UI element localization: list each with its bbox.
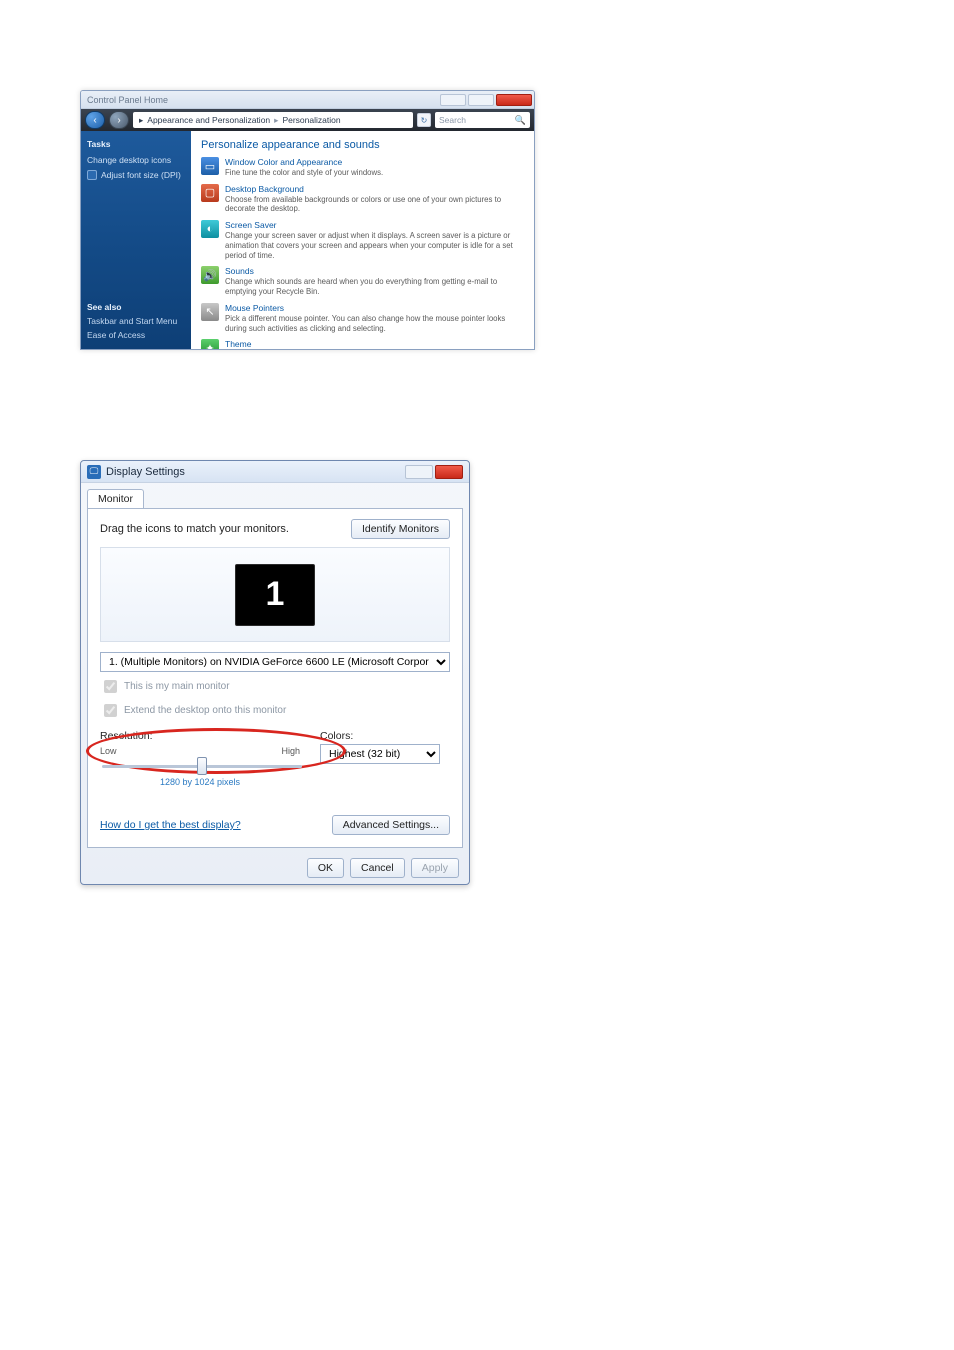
shield-icon: [87, 170, 97, 180]
sidebar-item-adjust-font-size[interactable]: Adjust font size (DPI): [101, 170, 181, 181]
window-color-icon: ▭: [201, 157, 219, 175]
item-desktop-background: ▢ Desktop Background Choose from availab…: [201, 184, 524, 214]
extend-desktop-checkbox-input: [104, 704, 117, 717]
cancel-button[interactable]: Cancel: [350, 858, 405, 878]
search-icon: 🔍: [515, 115, 526, 126]
main-monitor-checkbox-input: [104, 680, 117, 693]
window-titlebar[interactable]: Control Panel Home: [81, 91, 534, 109]
sidebar-item-change-desktop-icons[interactable]: Change desktop icons: [87, 155, 171, 166]
link-window-color[interactable]: Window Color and Appearance: [225, 157, 383, 167]
breadcrumb[interactable]: ▸ Appearance and Personalization ▸ Perso…: [133, 112, 413, 128]
sounds-icon: 🔊: [201, 266, 219, 284]
extend-desktop-checkbox: Extend the desktop onto this monitor: [100, 701, 450, 720]
item-mouse-pointers: ↖ Mouse Pointers Pick a different mouse …: [201, 303, 524, 333]
resolution-high-label: High: [281, 746, 300, 756]
tasks-sidebar: Tasks Change desktop icons Adjust font s…: [81, 131, 191, 349]
window-title-caption: Control Panel Home: [87, 95, 168, 105]
link-desktop-background[interactable]: Desktop Background: [225, 184, 524, 194]
item-sounds: 🔊 Sounds Change which sounds are heard w…: [201, 266, 524, 296]
drag-instruction: Drag the icons to match your monitors.: [100, 523, 289, 535]
apply-button: Apply: [411, 858, 459, 878]
monitor-arrangement-area[interactable]: 1: [100, 547, 450, 642]
main-monitor-label: This is my main monitor: [124, 681, 230, 692]
resolution-label: Resolution:: [100, 730, 300, 742]
desc-sounds: Change which sounds are heard when you d…: [225, 277, 524, 296]
navigation-bar: ‹ › ▸ Appearance and Personalization ▸ P…: [81, 109, 534, 131]
monitor-icon-1[interactable]: 1: [235, 564, 315, 626]
tab-monitor[interactable]: Monitor: [87, 489, 144, 508]
item-theme: ✦ Theme Change the theme. Themes can cha…: [201, 339, 524, 349]
colors-select[interactable]: Highest (32 bit): [320, 744, 440, 764]
window-titlebar[interactable]: 🖵 Display Settings: [81, 461, 469, 483]
sidebar-header: Tasks: [87, 139, 185, 149]
page-heading: Personalize appearance and sounds: [201, 139, 524, 151]
mouse-pointers-icon: ↖: [201, 303, 219, 321]
desktop-background-icon: ▢: [201, 184, 219, 202]
link-mouse-pointers[interactable]: Mouse Pointers: [225, 303, 524, 313]
window-title: Display Settings: [106, 466, 185, 478]
maximize-button[interactable]: [468, 94, 494, 106]
desc-window-color: Fine tune the color and style of your wi…: [225, 168, 383, 178]
breadcrumb-segment[interactable]: Personalization: [282, 115, 340, 125]
refresh-button[interactable]: ↻: [417, 113, 431, 127]
personalization-window: Control Panel Home ‹ › ▸ Appearance and …: [80, 90, 535, 350]
search-placeholder: Search: [439, 115, 466, 125]
link-sounds[interactable]: Sounds: [225, 266, 524, 276]
main-content: Personalize appearance and sounds ▭ Wind…: [191, 131, 534, 349]
breadcrumb-segment[interactable]: Appearance and Personalization: [147, 115, 270, 125]
see-also-header: See also: [87, 292, 185, 312]
theme-icon: ✦: [201, 339, 219, 349]
dialog-footer: OK Cancel Apply: [81, 854, 469, 878]
monitor-select[interactable]: 1. (Multiple Monitors) on NVIDIA GeForce…: [100, 652, 450, 672]
main-monitor-checkbox: This is my main monitor: [100, 677, 450, 696]
colors-label: Colors:: [320, 730, 450, 742]
close-button[interactable]: [435, 465, 463, 479]
resolution-slider[interactable]: [102, 758, 302, 774]
monitor-tab-panel: Drag the icons to match your monitors. I…: [87, 508, 463, 848]
tab-strip: Monitor: [81, 483, 469, 508]
resolution-low-label: Low: [100, 746, 117, 756]
link-theme[interactable]: Theme: [225, 339, 524, 349]
desc-screen-saver: Change your screen saver or adjust when …: [225, 231, 524, 260]
extend-desktop-label: Extend the desktop onto this monitor: [124, 705, 286, 716]
desc-desktop-background: Choose from available backgrounds or col…: [225, 195, 524, 214]
see-also-ease-of-access[interactable]: Ease of Access: [87, 330, 185, 341]
search-input[interactable]: Search 🔍: [435, 112, 530, 128]
resolution-readout: 1280 by 1024 pixels: [100, 777, 300, 787]
minimize-button[interactable]: [440, 94, 466, 106]
ok-button[interactable]: OK: [307, 858, 344, 878]
back-button[interactable]: ‹: [85, 111, 105, 129]
screen-saver-icon: ◐: [201, 220, 219, 238]
forward-button[interactable]: ›: [109, 111, 129, 129]
help-link-best-display[interactable]: How do I get the best display?: [100, 819, 241, 831]
desc-mouse-pointers: Pick a different mouse pointer. You can …: [225, 314, 524, 333]
advanced-settings-button[interactable]: Advanced Settings...: [332, 815, 450, 835]
identify-monitors-button[interactable]: Identify Monitors: [351, 519, 450, 539]
see-also-taskbar[interactable]: Taskbar and Start Menu: [87, 316, 185, 327]
item-window-color: ▭ Window Color and Appearance Fine tune …: [201, 157, 524, 178]
display-settings-window: 🖵 Display Settings Monitor Drag the icon…: [80, 460, 470, 885]
link-screen-saver[interactable]: Screen Saver: [225, 220, 524, 230]
close-button[interactable]: [496, 94, 532, 106]
item-screen-saver: ◐ Screen Saver Change your screen saver …: [201, 220, 524, 260]
help-button[interactable]: [405, 465, 433, 479]
display-settings-title-icon: 🖵: [87, 465, 101, 479]
